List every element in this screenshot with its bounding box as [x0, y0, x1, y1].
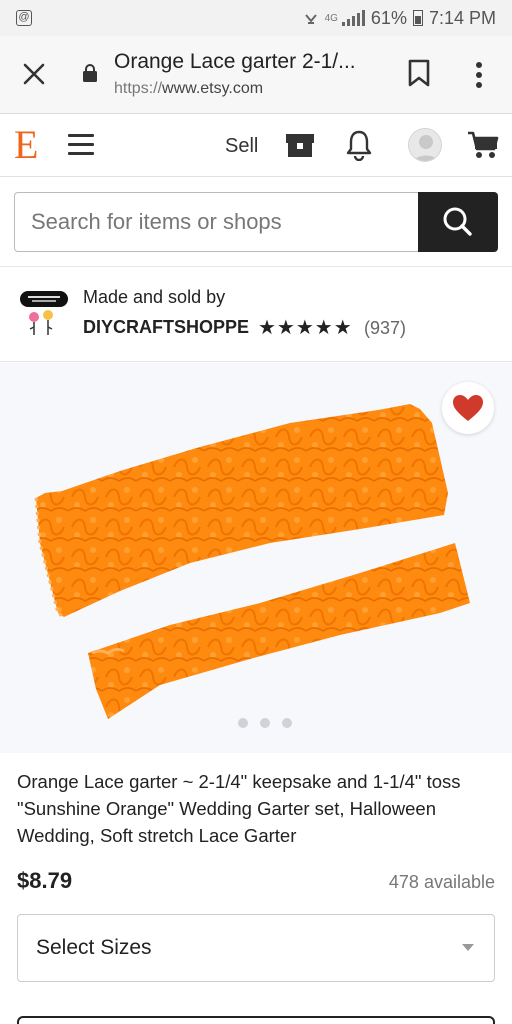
image-carousel-dots[interactable] — [238, 718, 292, 728]
carousel-dot[interactable] — [282, 718, 292, 728]
notifications-bell-icon[interactable] — [344, 129, 374, 161]
bookmark-icon[interactable] — [406, 58, 432, 88]
url-host: www.etsy.com — [162, 80, 264, 97]
user-avatar[interactable] — [408, 128, 442, 162]
availability-count: 478 available — [388, 872, 495, 892]
clock: 7:14 PM — [428, 7, 496, 28]
search-button[interactable] — [418, 192, 498, 252]
listing-price: $8.79 — [17, 868, 73, 893]
url-display[interactable]: https://www.etsy.com — [114, 80, 263, 98]
close-tab-icon[interactable] — [20, 60, 48, 88]
review-count[interactable]: (937) — [364, 318, 406, 339]
made-by-label: Made and sold by — [83, 287, 226, 307]
lock-icon — [83, 64, 97, 82]
shop-manager-icon[interactable] — [284, 131, 316, 159]
battery-percent: 61% — [370, 7, 407, 28]
lace-garter-photo — [34, 404, 470, 719]
avatar-silhouette-icon — [413, 135, 439, 161]
size-select-label: Select Sizes — [36, 936, 152, 959]
cart-icon[interactable] — [466, 129, 500, 161]
sell-link[interactable]: Sell — [225, 135, 258, 158]
favorite-button[interactable] — [442, 382, 494, 434]
etsy-logo[interactable]: E — [14, 123, 38, 167]
shop-name-link[interactable]: DIYCRAFTSHOPPE — [83, 317, 249, 338]
browser-toolbar: Orange Lace garter 2-1/... https://www.e… — [0, 36, 512, 114]
more-options-icon[interactable] — [466, 60, 492, 90]
carousel-dot[interactable] — [238, 718, 248, 728]
battery-icon — [412, 10, 423, 26]
alarm-icon — [304, 14, 317, 24]
listing-title: Orange Lace garter ~ 2-1/4" keepsake and… — [17, 771, 461, 846]
signal-icon — [341, 10, 365, 26]
menu-icon[interactable] — [68, 134, 94, 156]
site-header: E Sell — [0, 115, 512, 177]
heart-icon — [453, 395, 483, 421]
network-type: 4G — [324, 12, 338, 24]
search-bar — [14, 192, 498, 252]
shop-info[interactable]: Made and sold by DIYCRAFTSHOPPE ★★★★★ (9… — [0, 266, 512, 362]
size-select[interactable]: Select Sizes — [17, 914, 495, 982]
search-icon — [443, 207, 472, 236]
shop-logo[interactable] — [18, 289, 70, 341]
carousel-dot[interactable] — [260, 718, 270, 728]
page-title[interactable]: Orange Lace garter 2-1/... — [114, 50, 356, 74]
rating-stars: ★★★★★ — [258, 317, 353, 339]
notification-icon: @ — [16, 10, 32, 26]
search-input[interactable] — [14, 192, 418, 252]
status-bar: @ 4G 61% 7:14 PM — [0, 0, 512, 36]
next-section-edge — [17, 1016, 495, 1024]
chevron-down-icon — [462, 944, 474, 951]
url-scheme: https:// — [114, 80, 163, 97]
product-image[interactable] — [0, 363, 512, 753]
